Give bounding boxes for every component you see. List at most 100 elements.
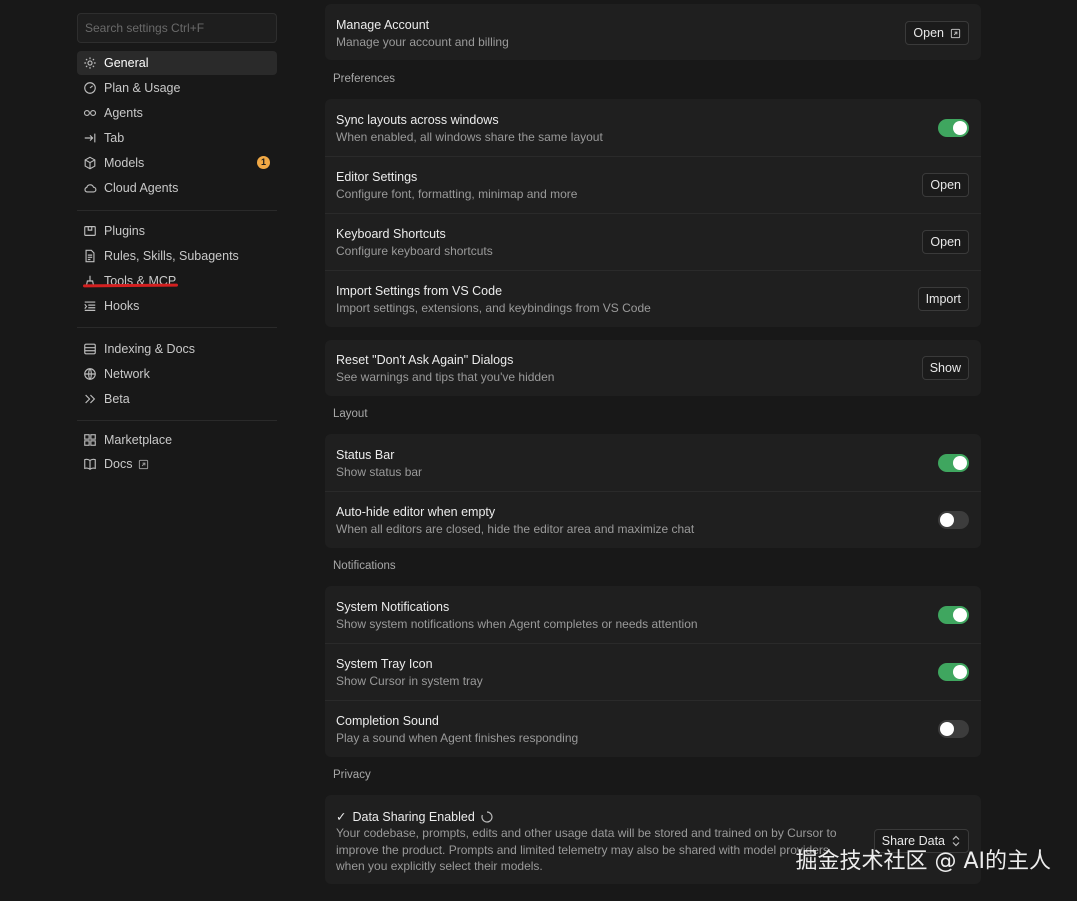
- setting-title: Sync layouts across windows: [336, 113, 499, 127]
- arrow-tab-icon: [83, 131, 97, 145]
- setting-row: Import Settings from VS Code Import sett…: [325, 270, 981, 327]
- sidebar-item-label: Tab: [104, 131, 125, 145]
- sidebar-item-label: Marketplace: [104, 433, 173, 447]
- toggle-knob: [953, 608, 967, 622]
- watermark-text: 掘金技术社区 @ AI的主人: [795, 849, 1051, 874]
- setting-title: Auto-hide editor when empty: [336, 505, 496, 519]
- setting-row: Keyboard Shortcuts Configure keyboard sh…: [325, 213, 981, 270]
- setting-row: Completion Sound Play a sound when Agent…: [325, 700, 981, 757]
- sidebar-item-label: Agents: [104, 106, 143, 120]
- toggle-knob: [953, 121, 967, 135]
- account-title: Manage Account: [336, 18, 430, 32]
- setting-row: Status Bar Show status bar: [325, 434, 981, 491]
- sidebar-item-general[interactable]: General: [77, 51, 277, 75]
- sidebar-item-plan-usage[interactable]: Plan & Usage: [77, 76, 277, 100]
- sidebar-item-indexing-docs[interactable]: Indexing & Docs: [77, 337, 277, 361]
- section-label-notifications: Notifications: [333, 560, 396, 572]
- chevrons-right-icon: [83, 392, 97, 406]
- sidebar-item-label: General: [104, 56, 149, 70]
- setting-desc: When enabled, all windows share the same…: [336, 130, 603, 144]
- search-input[interactable]: [77, 13, 277, 43]
- external-link-icon: [138, 459, 149, 470]
- completion-sound-toggle[interactable]: [938, 720, 969, 738]
- sidebar-item-label: Models: [104, 156, 145, 170]
- section-label-preferences: Preferences: [333, 73, 396, 85]
- sidebar-item-tab[interactable]: Tab: [77, 126, 277, 150]
- loading-spinner-icon: [481, 810, 493, 823]
- editor-settings-open-button[interactable]: Open: [922, 173, 969, 197]
- settings-sidebar: General Plan & Usage Agents Tab Models 1…: [0, 0, 300, 901]
- setting-title: Import Settings from VS Code: [336, 284, 503, 298]
- manage-account-open-button[interactable]: Open: [905, 21, 969, 45]
- account-desc: Manage your account and billing: [336, 35, 509, 49]
- notifications-card: System Notifications Show system notific…: [325, 586, 981, 757]
- setting-desc: Play a sound when Agent finishes respond…: [336, 731, 579, 745]
- setting-desc: Show Cursor in system tray: [336, 674, 483, 688]
- system-tray-toggle[interactable]: [938, 663, 969, 681]
- cloud-icon: [83, 181, 97, 195]
- section-label-privacy: Privacy: [333, 769, 371, 781]
- sidebar-item-marketplace[interactable]: Marketplace: [77, 428, 277, 452]
- setting-row: Editor Settings Configure font, formatti…: [325, 156, 981, 213]
- sidebar-item-beta[interactable]: Beta: [77, 387, 277, 411]
- document-icon: [83, 249, 97, 263]
- setting-desc: See warnings and tips that you've hidden: [336, 370, 555, 384]
- database-icon: [83, 342, 97, 356]
- setting-desc: When all editors are closed, hide the ed…: [336, 522, 695, 536]
- sidebar-item-label: Docs: [104, 457, 133, 471]
- section-label-layout: Layout: [333, 408, 368, 420]
- sidebar-item-label: Beta: [104, 392, 130, 406]
- external-link-icon: [950, 28, 961, 39]
- setting-desc: Configure keyboard shortcuts: [336, 244, 493, 258]
- sidebar-item-docs[interactable]: Docs: [77, 452, 277, 476]
- sidebar-divider: [77, 210, 277, 211]
- sidebar-item-agents[interactable]: Agents: [77, 101, 277, 125]
- sidebar-item-network[interactable]: Network: [77, 362, 277, 386]
- sidebar-item-cloud-agents[interactable]: Cloud Agents: [77, 176, 277, 200]
- sidebar-item-label: Indexing & Docs: [104, 342, 196, 356]
- setting-title: System Tray Icon: [336, 657, 433, 671]
- check-icon: ✓: [336, 810, 347, 824]
- cube-icon: [83, 156, 97, 170]
- setting-title: Editor Settings: [336, 170, 418, 184]
- sidebar-item-label: Plan & Usage: [104, 81, 181, 95]
- system-notifications-toggle[interactable]: [938, 606, 969, 624]
- sidebar-item-label: Hooks: [104, 299, 140, 313]
- grid-icon: [83, 433, 97, 447]
- sidebar-item-hooks[interactable]: Hooks: [77, 294, 277, 318]
- status-bar-toggle[interactable]: [938, 454, 969, 472]
- keyboard-shortcuts-open-button[interactable]: Open: [922, 230, 969, 254]
- account-card: Manage Account Manage your account and b…: [325, 4, 981, 60]
- layout-card: Status Bar Show status bar Auto-hide edi…: [325, 434, 981, 548]
- privacy-title-row: ✓ Data Sharing Enabled: [336, 809, 493, 824]
- infinity-icon: [83, 106, 97, 120]
- sidebar-item-plugins[interactable]: Plugins: [77, 219, 277, 243]
- import-vscode-button[interactable]: Import: [917, 287, 969, 311]
- sidebar-divider: [77, 420, 277, 421]
- sidebar-item-rules[interactable]: Rules, Skills, Subagents: [77, 244, 277, 268]
- globe-icon: [83, 367, 97, 381]
- sidebar-item-tools-mcp[interactable]: Tools & MCP: [77, 269, 277, 293]
- book-icon: [83, 457, 97, 471]
- toggle-knob: [940, 722, 954, 736]
- setting-title: Keyboard Shortcuts: [336, 227, 446, 241]
- auto-hide-editor-toggle[interactable]: [938, 511, 969, 529]
- toggle-knob: [953, 456, 967, 470]
- sync-layouts-toggle[interactable]: [938, 119, 969, 137]
- sidebar-item-label: Network: [104, 367, 150, 381]
- package-icon: [83, 224, 97, 238]
- show-dialogs-button[interactable]: Show: [921, 356, 969, 380]
- privacy-title: Data Sharing Enabled: [352, 809, 475, 824]
- setting-desc: Show system notifications when Agent com…: [336, 617, 698, 631]
- sidebar-item-models[interactable]: Models 1: [77, 151, 277, 175]
- sidebar-item-label: Plugins: [104, 224, 145, 238]
- setting-row: Auto-hide editor when empty When all edi…: [325, 491, 981, 548]
- gear-icon: [83, 56, 97, 70]
- toggle-knob: [940, 513, 954, 527]
- sidebar-divider: [77, 327, 277, 328]
- button-label: Open: [913, 26, 944, 40]
- setting-title: Completion Sound: [336, 714, 439, 728]
- setting-title: Reset "Don't Ask Again" Dialogs: [336, 353, 514, 367]
- gauge-icon: [83, 81, 97, 95]
- toggle-knob: [953, 665, 967, 679]
